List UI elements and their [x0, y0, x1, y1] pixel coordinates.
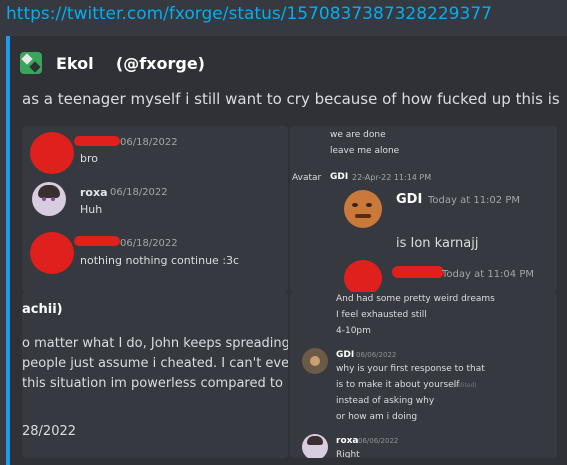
author-name[interactable]: Ekol (@fxorge) [56, 54, 205, 73]
embed-image-1[interactable]: 06/18/2022 bro roxa 06/18/2022 Huh 06/18… [22, 126, 288, 292]
message-author: achii) [22, 302, 63, 317]
message-author: GDI [336, 350, 355, 360]
message-text: Right [336, 450, 360, 458]
message-text: Huh [80, 203, 103, 216]
message-line: we are done [330, 130, 386, 140]
fxtwitter-logo-icon [20, 52, 42, 74]
message-line: why is your first response to that [336, 364, 485, 374]
message-author: GDI [396, 192, 423, 207]
embed-description: as a teenager myself i still want to cry… [22, 90, 560, 108]
message-line: is to make it about yourself [336, 380, 460, 390]
message-timestamp: Today at 11:02 PM [428, 195, 520, 206]
message-line: people just assume i cheated. I can't ev… [22, 356, 288, 371]
message-timestamp: Today at 11:04 PM [442, 269, 534, 280]
redacted-avatar [30, 232, 74, 274]
embed-image-2[interactable]: we are done leave me alone Avatar GDI 22… [290, 126, 557, 292]
embed-image-4[interactable]: And had some pretty weird dreams I feel … [290, 292, 557, 458]
embed-author[interactable]: Ekol (@fxorge) [20, 52, 205, 74]
message-timestamp: 06/18/2022 [120, 137, 178, 148]
message-line: instead of asking why [336, 396, 435, 406]
message-timestamp: 06/06/2022 [356, 351, 397, 359]
message-author: GDI [330, 172, 349, 182]
message-line: 4-10pm [336, 326, 371, 336]
message-text: nothing nothing continue :3c [80, 254, 240, 267]
roxa-avatar [32, 182, 66, 216]
message-date: 28/2022 [22, 424, 77, 439]
message-line: leave me alone [330, 146, 400, 156]
message-text: bro [80, 152, 98, 165]
message-author: roxa [336, 436, 359, 446]
message-timestamp: 06/18/2022 [110, 187, 168, 198]
message-line: And had some pretty weird dreams [336, 294, 495, 304]
gdi-avatar [344, 190, 382, 228]
message-timestamp: 06/18/2022 [120, 238, 178, 249]
message-line: or how am i doing [336, 412, 418, 422]
redacted-name [74, 236, 120, 246]
message-author: roxa [80, 186, 108, 199]
redacted-avatar [30, 132, 74, 174]
redacted-name [74, 136, 120, 146]
redacted-name [392, 266, 444, 278]
edited-marker: (edited) [453, 382, 477, 389]
tweet-link[interactable]: https://twitter.com/fxorge/status/157083… [6, 4, 492, 24]
message-timestamp: 06/06/2022 [358, 437, 399, 445]
message-line: this situation im powerless compared to [22, 376, 283, 391]
gdi-avatar [302, 348, 328, 374]
roxa-avatar [302, 434, 328, 458]
embed-image-3[interactable]: achii) o matter what I do, John keeps sp… [22, 292, 288, 458]
message-text: is Ion karnajj [396, 236, 479, 251]
message-line: I feel exhausted still [336, 310, 427, 320]
broken-avatar-image-icon: Avatar [292, 173, 322, 183]
redacted-avatar [344, 260, 382, 292]
message-timestamp: 22-Apr-22 11:14 PM [352, 173, 432, 182]
message-line: o matter what I do, John keeps spreading [22, 336, 288, 351]
